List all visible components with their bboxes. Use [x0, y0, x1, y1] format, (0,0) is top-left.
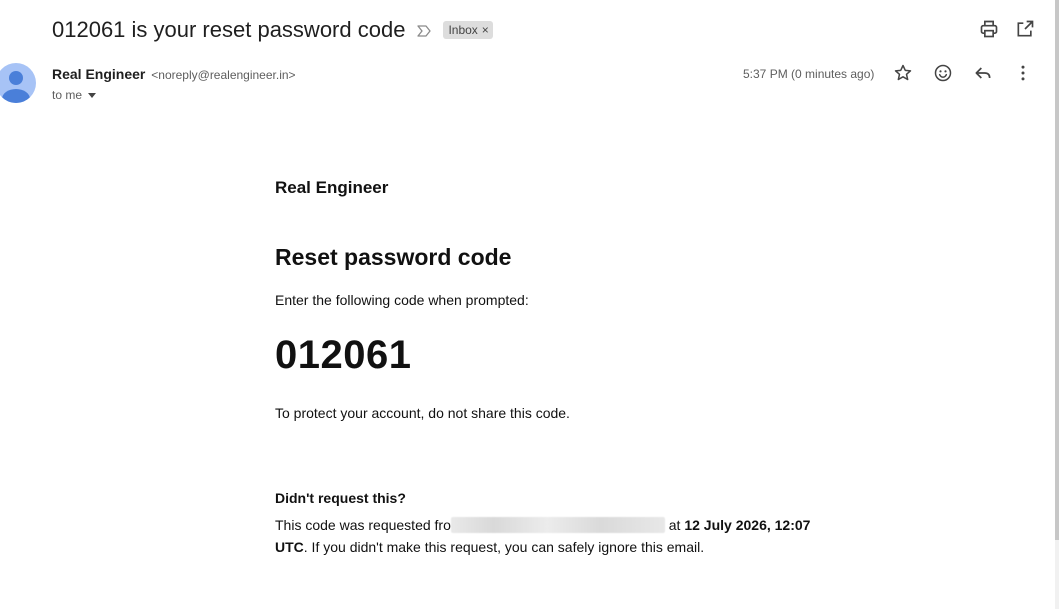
email-brand: Real Engineer — [275, 178, 389, 197]
email-title: Reset password code — [275, 244, 512, 270]
request-at: at — [668, 517, 681, 533]
details-dropdown-icon[interactable] — [88, 92, 97, 98]
open-in-new-window-icon[interactable] — [1015, 19, 1035, 39]
reply-icon[interactable] — [973, 63, 993, 83]
message-actions — [893, 63, 1033, 83]
label-chip-text: Inbox — [448, 23, 478, 37]
avatar-person-icon — [2, 71, 30, 103]
star-icon[interactable] — [893, 63, 913, 83]
sender-block: Real Engineer <noreply@realengineer.in> … — [52, 66, 296, 102]
more-vert-icon[interactable] — [1013, 63, 1033, 83]
important-marker-icon[interactable] — [417, 24, 432, 37]
recipient-label: to me — [52, 88, 83, 102]
email-subject: 012061 is your reset password code — [52, 17, 406, 42]
redacted-ip-address — [450, 517, 665, 533]
request-suffix: . If you didn't make this request, you c… — [303, 539, 705, 555]
remove-label-button[interactable]: × — [482, 23, 489, 37]
protect-note: To protect your account, do not share th… — [275, 405, 570, 421]
sender-name[interactable]: Real Engineer — [52, 66, 145, 82]
email-body: Real Engineer Reset password code Enter … — [275, 178, 835, 555]
didnt-request-heading: Didn't request this? — [275, 490, 406, 506]
request-details: This code was requested fro at 12 July 2… — [275, 514, 820, 558]
sender-email: <noreply@realengineer.in> — [151, 68, 296, 82]
avatar[interactable] — [0, 63, 36, 103]
top-actions — [979, 19, 1035, 39]
print-icon[interactable] — [979, 19, 999, 39]
scrollbar-thumb[interactable] — [1055, 0, 1059, 540]
email-instruction: Enter the following code when prompted: — [275, 292, 529, 308]
message-time: 5:37 PM (0 minutes ago) — [743, 67, 875, 81]
subject-row: 012061 is your reset password code Inbox… — [52, 14, 493, 46]
reset-code: 012061 — [275, 333, 412, 377]
request-prefix: This code was requested fro — [275, 517, 451, 533]
label-chip-inbox[interactable]: Inbox × — [443, 21, 493, 39]
emoji-reaction-icon[interactable] — [933, 63, 953, 83]
